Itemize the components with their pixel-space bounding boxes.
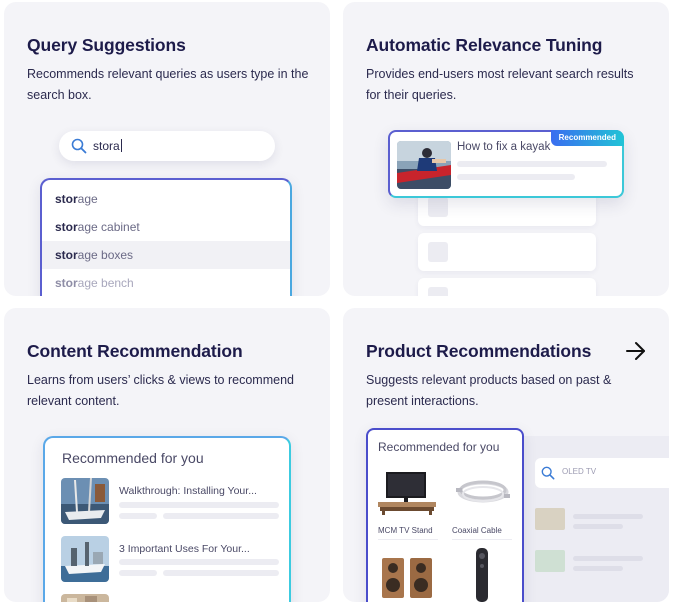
search-icon — [541, 466, 555, 480]
search-placeholder: OLED TV — [562, 467, 597, 476]
result-placeholder-row — [418, 233, 596, 271]
recommended-result[interactable]: How to fix a kayak Recommended — [388, 130, 624, 198]
yacht-thumbnail — [61, 536, 109, 582]
search-icon — [71, 138, 87, 154]
search-input[interactable]: stora — [59, 131, 275, 161]
card-product-recommendations[interactable]: Product Recommendations Suggests relevan… — [343, 308, 669, 602]
card-title: Content Recommendation — [27, 341, 243, 361]
suggestion-item[interactable]: storage boxes — [42, 241, 290, 269]
card-title: Product Recommendations — [366, 341, 592, 361]
panel-heading: Recommended for you — [378, 440, 500, 454]
suggestion-item[interactable]: storage — [42, 185, 290, 213]
content-title[interactable]: Walkthrough: Installing Your... — [119, 485, 257, 497]
search-query: stora — [93, 139, 122, 153]
tv-stand-image[interactable] — [376, 468, 438, 516]
card-query-suggestions[interactable]: Query Suggestions Recommends relevant qu… — [4, 2, 330, 296]
card-title: Query Suggestions — [27, 35, 186, 55]
product-thumbnail — [535, 508, 565, 530]
result-placeholder-row — [418, 278, 596, 296]
recommendations-panel: Recommended for you Walkthrough: Install… — [43, 436, 291, 602]
arrow-right-icon[interactable] — [625, 341, 647, 361]
card-content-recommendation[interactable]: Content Recommendation Learns from users… — [4, 308, 330, 602]
content-thumbnail — [61, 594, 109, 602]
card-description: Recommends relevant queries as users typ… — [27, 67, 309, 102]
content-title[interactable]: 3 Important Uses For Your... — [119, 543, 250, 555]
card-description: Learns from users’ clicks & views to rec… — [27, 373, 294, 408]
recommendations-panel: Recommended for you MCM TV Stand Coaxial… — [366, 428, 524, 602]
boat-thumbnail — [61, 478, 109, 524]
suggestions-dropdown: storage storage cabinet storage boxes st… — [40, 178, 292, 296]
recommended-badge: Recommended — [550, 130, 624, 146]
panel-heading: Recommended for you — [62, 450, 204, 466]
speakers-image[interactable] — [378, 552, 440, 602]
card-automatic-relevance-tuning[interactable]: Automatic Relevance Tuning Provides end-… — [343, 2, 669, 296]
product-thumbnail — [535, 550, 565, 572]
suggestion-item[interactable]: storage bench — [42, 269, 290, 296]
card-title: Automatic Relevance Tuning — [366, 35, 603, 55]
card-description: Suggests relevant products based on past… — [366, 373, 612, 408]
product-label[interactable]: MCM TV Stand — [378, 526, 433, 535]
kayak-thumbnail — [397, 141, 451, 189]
product-label[interactable]: Coaxial Cable — [452, 526, 502, 535]
card-description: Provides end-users most relevant search … — [366, 67, 634, 102]
result-title: How to fix a kayak — [457, 141, 551, 153]
remote-image[interactable] — [452, 546, 514, 602]
suggestion-item[interactable]: storage cabinet — [42, 213, 290, 241]
search-input[interactable]: OLED TV — [535, 458, 669, 488]
coaxial-cable-image[interactable] — [452, 468, 514, 516]
